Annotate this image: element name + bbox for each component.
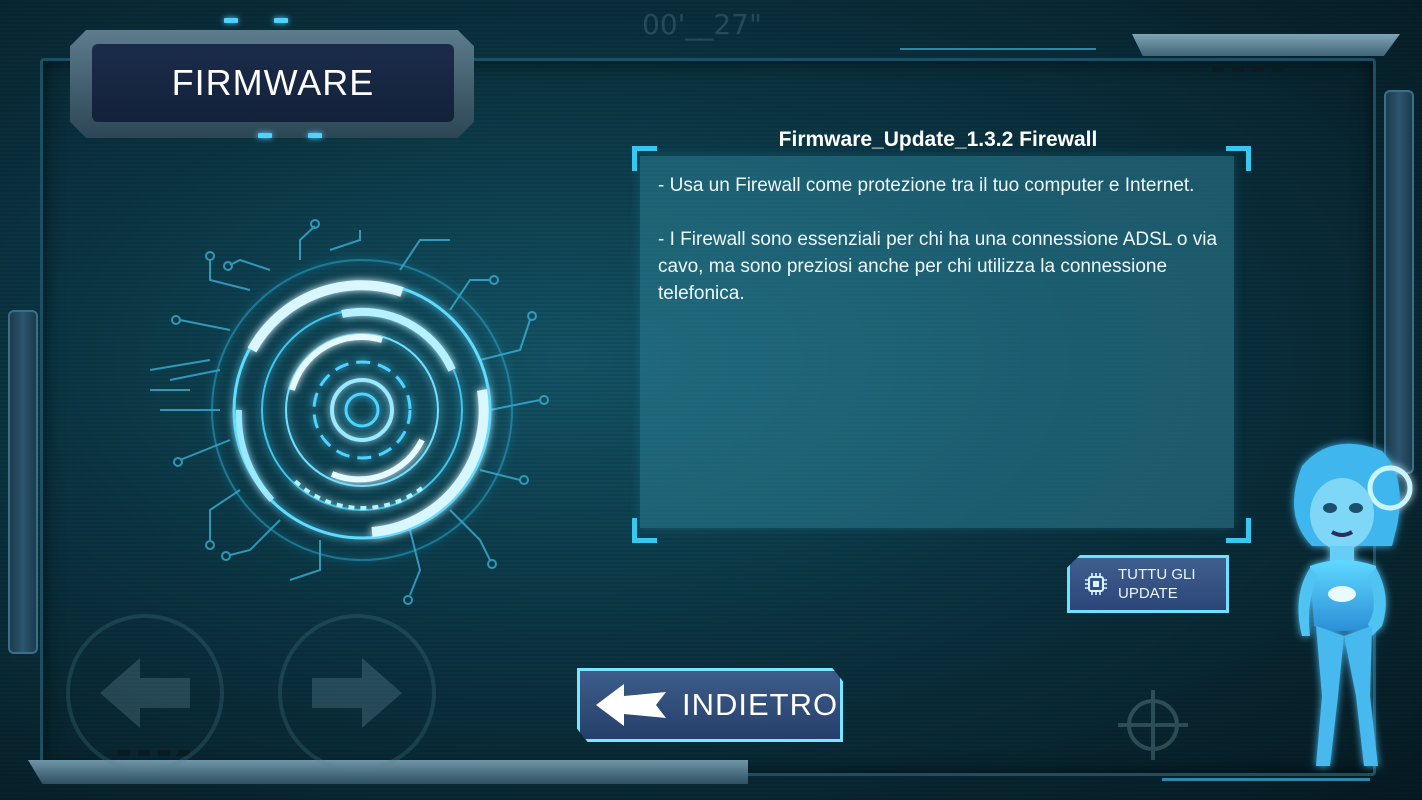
title-plate-lights	[258, 133, 322, 138]
all-updates-button[interactable]: TUTTU GLI UPDATE	[1067, 555, 1229, 613]
hologram-assistant-character	[1294, 443, 1413, 766]
back-button[interactable]: INDIETRO	[577, 668, 843, 742]
nav-right-button[interactable]	[278, 614, 436, 772]
all-updates-label: TUTTU GLI UPDATE	[1118, 566, 1196, 602]
page-title: FIRMWARE	[92, 44, 454, 122]
panel-paragraph: - Usa un Firewall come protezione tra il…	[658, 175, 1195, 196]
nav-left-button[interactable]	[66, 614, 224, 772]
background-timer: 00'__27"	[642, 8, 762, 41]
back-arrow-icon	[596, 684, 666, 726]
frame-accent-line	[900, 48, 1096, 50]
back-label: INDIETRO	[682, 687, 839, 722]
frame-right-rail	[1384, 90, 1414, 474]
frame-top-right-plate	[1132, 34, 1400, 56]
firewall-circuit-graphic	[150, 219, 549, 605]
panel-body: - Usa un Firewall come protezione tra il…	[658, 172, 1224, 334]
arrow-left-icon	[100, 658, 190, 728]
arrow-right-icon	[312, 658, 402, 728]
frame-left-rail	[8, 310, 38, 654]
title-plate-lights	[224, 18, 288, 23]
panel-title: Firmware_Update_1.3.2 Firewall	[778, 128, 1098, 151]
panel-corner	[1226, 146, 1251, 171]
panel-corner	[632, 518, 657, 543]
panel-corner	[1226, 518, 1251, 543]
crosshair-icon	[1118, 690, 1188, 760]
chip-icon	[1085, 573, 1107, 595]
frame-accent-line	[1162, 778, 1370, 781]
panel-paragraph: - I Firewall sono essenziali per chi ha …	[658, 229, 1218, 304]
frame-dashes	[1212, 66, 1284, 72]
panel-corner	[632, 146, 657, 171]
